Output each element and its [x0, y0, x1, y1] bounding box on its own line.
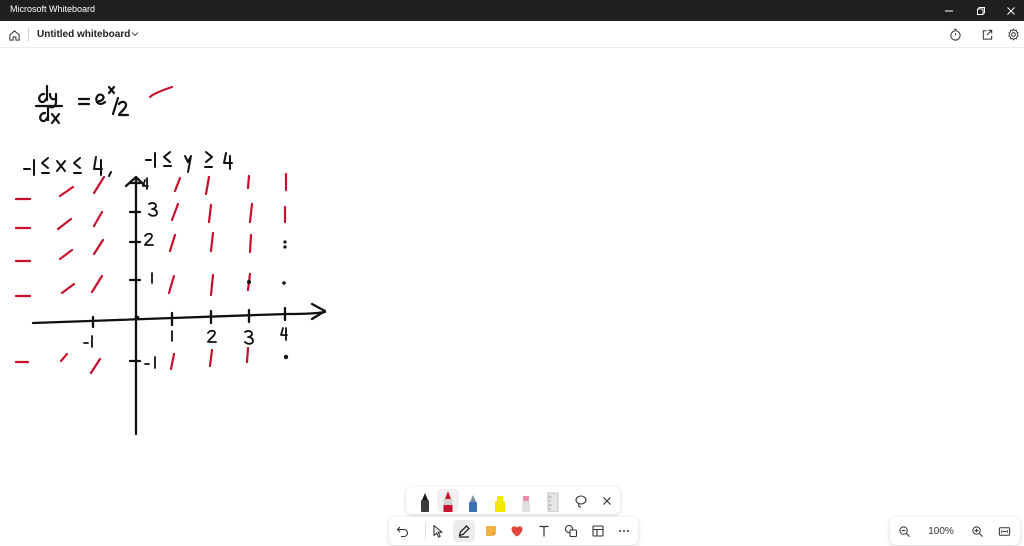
range-labels-ink — [23, 151, 233, 177]
axis-numbers-ink — [83, 177, 288, 369]
lasso-button[interactable] — [570, 489, 592, 512]
board-title[interactable]: Untitled whiteboard — [37, 29, 130, 40]
pen-icon — [458, 525, 470, 538]
close-icon — [603, 496, 611, 505]
red-pen[interactable] — [437, 489, 459, 512]
pen-icon — [469, 495, 477, 512]
zoom-level[interactable]: 100% — [926, 526, 956, 537]
timer-button[interactable] — [948, 27, 963, 42]
red-check-ink — [148, 85, 174, 99]
share-icon — [982, 29, 993, 40]
more-options-button[interactable] — [613, 520, 635, 542]
title-bar: Microsoft Whiteboard — [0, 0, 1024, 21]
toolbar-divider — [425, 523, 426, 539]
share-button[interactable] — [980, 27, 995, 42]
black-pen[interactable] — [414, 489, 436, 512]
chevron-down-icon[interactable] — [129, 28, 141, 40]
text-icon — [539, 525, 549, 537]
pen-icon — [421, 493, 429, 512]
whiteboard-canvas[interactable] — [0, 48, 1024, 546]
home-icon — [8, 29, 20, 41]
zoom-out-icon — [898, 525, 910, 537]
zoom-out-button[interactable] — [896, 523, 912, 539]
pen-tool-button[interactable] — [453, 520, 475, 542]
app-toolbar: Untitled whiteboard — [0, 21, 1024, 48]
equation-ink — [34, 84, 130, 125]
ruler-icon — [547, 492, 559, 512]
pink-highlighter[interactable] — [515, 489, 537, 512]
restore-button[interactable] — [966, 0, 996, 21]
fit-screen-icon — [998, 526, 1010, 536]
sticky-note-button[interactable] — [480, 520, 502, 542]
timer-icon — [950, 28, 961, 41]
pen-tray — [406, 487, 620, 514]
gear-icon — [1008, 28, 1019, 41]
minimize-icon — [945, 10, 953, 11]
templates-icon — [592, 525, 604, 537]
pen-icon — [443, 491, 453, 512]
app-title: Microsoft Whiteboard — [10, 4, 96, 14]
undo-button[interactable] — [392, 520, 414, 542]
close-window-button[interactable] — [996, 0, 1024, 21]
close-icon — [1007, 6, 1015, 15]
main-toolbar — [389, 517, 638, 545]
templates-button[interactable] — [587, 520, 609, 542]
highlighter-icon — [522, 496, 530, 512]
text-tool-button[interactable] — [533, 520, 555, 542]
zoom-in-button[interactable] — [969, 523, 985, 539]
blue-pen[interactable] — [462, 489, 484, 512]
sticky-note-icon — [486, 526, 496, 536]
shapes-icon — [564, 524, 578, 538]
settings-button[interactable] — [1006, 27, 1021, 42]
reactions-button[interactable] — [506, 520, 528, 542]
ruler-tool[interactable] — [542, 489, 564, 512]
shapes-button[interactable] — [560, 520, 582, 542]
ink-layer — [14, 84, 327, 436]
close-pen-tray-button[interactable] — [596, 489, 618, 512]
more-icon — [619, 530, 629, 532]
zoom-in-icon — [971, 525, 983, 537]
restore-icon — [977, 6, 985, 15]
highlighter-icon — [495, 496, 505, 512]
zoom-controls: 100% — [890, 517, 1020, 545]
undo-icon — [396, 526, 409, 538]
yellow-highlighter[interactable] — [489, 489, 511, 512]
select-tool-button[interactable] — [427, 520, 449, 542]
fit-to-screen-button[interactable] — [996, 523, 1012, 539]
minimize-button[interactable] — [934, 0, 964, 21]
lasso-icon — [575, 494, 587, 508]
axes-ink — [31, 175, 327, 436]
cursor-icon — [433, 524, 443, 538]
heart-icon — [511, 526, 523, 537]
home-button[interactable] — [5, 26, 23, 44]
toolbar-divider — [28, 28, 29, 41]
